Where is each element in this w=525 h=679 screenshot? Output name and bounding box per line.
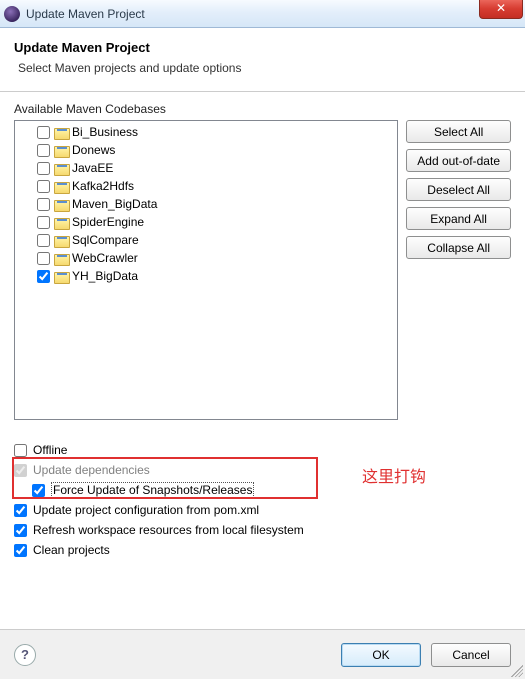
folder-icon bbox=[54, 162, 68, 174]
resize-grip[interactable] bbox=[511, 665, 523, 677]
tree-item[interactable]: SpiderEngine bbox=[19, 213, 393, 231]
update-config-label: Update project configuration from pom.xm… bbox=[33, 503, 259, 517]
offline-option[interactable]: Offline bbox=[14, 440, 511, 460]
tree-item[interactable]: JavaEE bbox=[19, 159, 393, 177]
update-config-option[interactable]: Update project configuration from pom.xm… bbox=[14, 500, 511, 520]
clean-option[interactable]: Clean projects bbox=[14, 540, 511, 560]
tree-item-label: Maven_BigData bbox=[72, 197, 157, 211]
tree-item[interactable]: Bi_Business bbox=[19, 123, 393, 141]
dialog-footer: ? OK Cancel bbox=[0, 629, 525, 679]
tree-item-checkbox[interactable] bbox=[37, 270, 50, 283]
annotation-text: 这里打钩 bbox=[362, 463, 426, 487]
tree-item-checkbox[interactable] bbox=[37, 234, 50, 247]
close-button[interactable]: ✕ bbox=[479, 0, 523, 19]
tree-item-checkbox[interactable] bbox=[37, 216, 50, 229]
tree-item-label: JavaEE bbox=[72, 161, 113, 175]
clean-checkbox[interactable] bbox=[14, 544, 27, 557]
expand-all-button[interactable]: Expand All bbox=[406, 207, 511, 230]
update-deps-label: Update dependencies bbox=[33, 463, 150, 477]
tree-item[interactable]: Kafka2Hdfs bbox=[19, 177, 393, 195]
refresh-ws-checkbox[interactable] bbox=[14, 524, 27, 537]
project-tree[interactable]: Bi_Business Donews JavaEE Kafka2Hdfs Maven_B… bbox=[14, 120, 398, 420]
tree-item-label: SqlCompare bbox=[72, 233, 139, 247]
cancel-button[interactable]: Cancel bbox=[431, 643, 511, 667]
tree-item[interactable]: SqlCompare bbox=[19, 231, 393, 249]
tree-item-label: Bi_Business bbox=[72, 125, 138, 139]
add-out-of-date-button[interactable]: Add out-of-date bbox=[406, 149, 511, 172]
update-deps-checkbox bbox=[14, 464, 27, 477]
close-icon: ✕ bbox=[496, 1, 506, 15]
offline-label: Offline bbox=[33, 443, 67, 457]
help-icon: ? bbox=[21, 647, 29, 662]
tree-item-label: SpiderEngine bbox=[72, 215, 144, 229]
folder-icon bbox=[54, 198, 68, 210]
folder-icon bbox=[54, 270, 68, 282]
clean-label: Clean projects bbox=[33, 543, 110, 557]
dialog-header: Update Maven Project Select Maven projec… bbox=[0, 28, 525, 92]
tree-item-label: YH_BigData bbox=[72, 269, 138, 283]
refresh-ws-option[interactable]: Refresh workspace resources from local f… bbox=[14, 520, 511, 540]
folder-icon bbox=[54, 216, 68, 228]
update-config-checkbox[interactable] bbox=[14, 504, 27, 517]
tree-item-checkbox[interactable] bbox=[37, 180, 50, 193]
folder-icon bbox=[54, 144, 68, 156]
update-deps-option: Update dependencies bbox=[14, 460, 511, 480]
offline-checkbox[interactable] bbox=[14, 444, 27, 457]
tree-item[interactable]: YH_BigData bbox=[19, 267, 393, 285]
refresh-ws-label: Refresh workspace resources from local f… bbox=[33, 523, 304, 537]
deselect-all-button[interactable]: Deselect All bbox=[406, 178, 511, 201]
force-update-checkbox[interactable] bbox=[32, 484, 45, 497]
help-button[interactable]: ? bbox=[14, 644, 36, 666]
folder-icon bbox=[54, 126, 68, 138]
ok-button[interactable]: OK bbox=[341, 643, 421, 667]
tree-item[interactable]: Maven_BigData bbox=[19, 195, 393, 213]
tree-item-checkbox[interactable] bbox=[37, 252, 50, 265]
tree-item-label: Kafka2Hdfs bbox=[72, 179, 134, 193]
page-subtitle: Select Maven projects and update options bbox=[18, 61, 511, 75]
select-all-button[interactable]: Select All bbox=[406, 120, 511, 143]
eclipse-icon bbox=[4, 6, 20, 22]
tree-item-label: WebCrawler bbox=[72, 251, 138, 265]
titlebar: Update Maven Project ✕ bbox=[0, 0, 525, 28]
tree-item-label: Donews bbox=[72, 143, 115, 157]
tree-item-checkbox[interactable] bbox=[37, 162, 50, 175]
tree-item-checkbox[interactable] bbox=[37, 126, 50, 139]
force-update-label: Force Update of Snapshots/Releases bbox=[51, 482, 254, 498]
folder-icon bbox=[54, 180, 68, 192]
tree-item-checkbox[interactable] bbox=[37, 198, 50, 211]
tree-button-column: Select All Add out-of-date Deselect All … bbox=[406, 120, 511, 259]
folder-icon bbox=[54, 234, 68, 246]
folder-icon bbox=[54, 252, 68, 264]
options-group: Offline Update dependencies Force Update… bbox=[14, 440, 511, 560]
tree-item[interactable]: WebCrawler bbox=[19, 249, 393, 267]
collapse-all-button[interactable]: Collapse All bbox=[406, 236, 511, 259]
page-title: Update Maven Project bbox=[14, 40, 511, 55]
content-area: Available Maven Codebases Bi_Business Don… bbox=[0, 92, 525, 560]
window-title: Update Maven Project bbox=[26, 7, 145, 21]
tree-item[interactable]: Donews bbox=[19, 141, 393, 159]
tree-item-checkbox[interactable] bbox=[37, 144, 50, 157]
tree-label: Available Maven Codebases bbox=[14, 102, 511, 116]
force-update-option[interactable]: Force Update of Snapshots/Releases bbox=[14, 480, 511, 500]
